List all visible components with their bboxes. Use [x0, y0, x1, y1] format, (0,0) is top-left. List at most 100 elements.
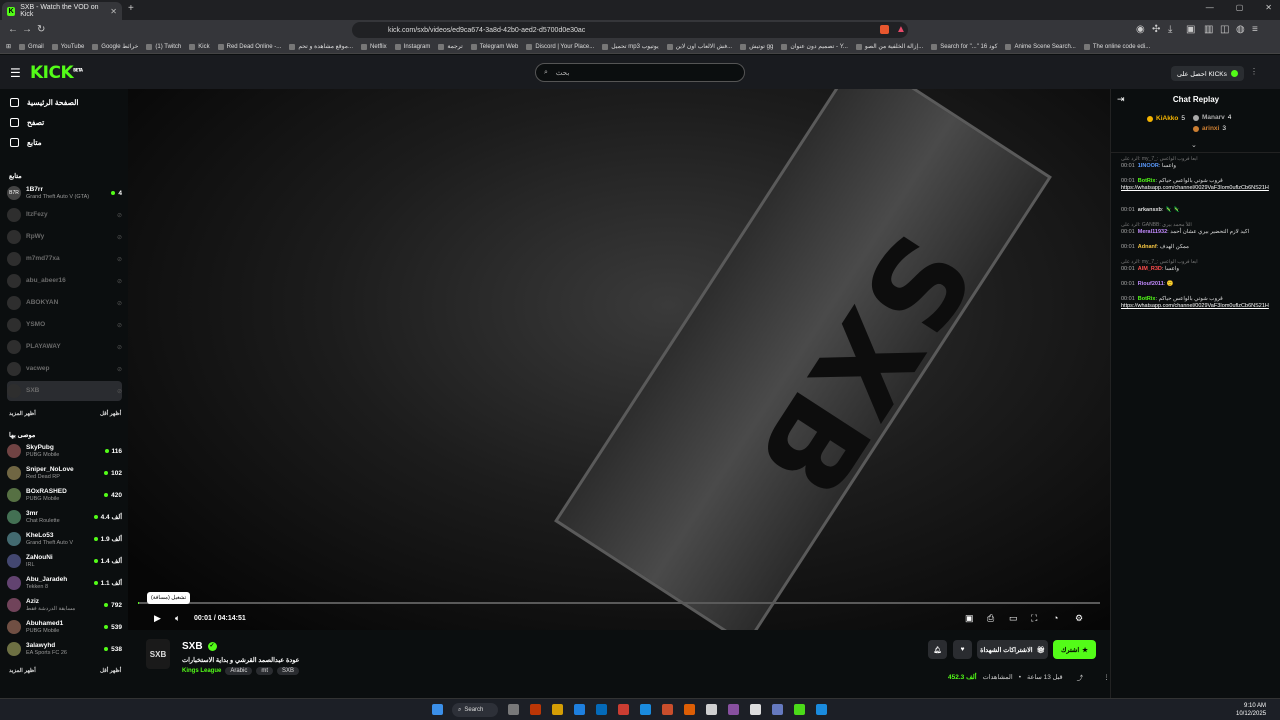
bookmark-item[interactable]: موقع مشاهدة و تحم...	[289, 43, 353, 50]
miniplayer-icon[interactable]: ▣	[965, 613, 974, 624]
recommended-channel[interactable]: 3alawyhd EA Sports FC 26 538	[7, 639, 122, 659]
taskbar-search[interactable]: ⌕ Search	[452, 703, 498, 717]
sidebar-nav-item[interactable]: تصفح	[10, 118, 44, 127]
bookmark-item[interactable]: إزالة الخلفية من الصو...	[855, 43, 923, 50]
taskbar-app-icon[interactable]	[816, 704, 827, 715]
following-channel[interactable]: vacwep ⊘	[7, 359, 122, 379]
bookmark-item[interactable]: تصميم دون عنوان - Y...	[781, 43, 848, 50]
taskbar-app-icon[interactable]	[552, 704, 563, 715]
taskbar-app-icon[interactable]	[662, 704, 673, 715]
speed-icon[interactable]: ◔	[1053, 613, 1058, 623]
recommended-channel[interactable]: KheLo53 Grand Theft Auto V 1.9 ألف	[7, 529, 122, 549]
tag-pill[interactable]: SXB	[277, 667, 300, 675]
category-link[interactable]: Kings League	[182, 668, 221, 674]
taskbar-app-icon[interactable]	[508, 704, 519, 715]
recommended-channel[interactable]: Abuhamed1 PUBG Mobile 539	[7, 617, 122, 637]
share-icon[interactable]: ⤴	[1077, 672, 1084, 682]
recommended-channel[interactable]: Sniper_NoLove Red Dead RP 102	[7, 463, 122, 483]
expand-leaderboard-icon[interactable]: ⌄	[1191, 141, 1197, 149]
message-username[interactable]: Meral11932	[1138, 229, 1167, 235]
windows-start-icon[interactable]	[432, 704, 443, 715]
recommended-channel[interactable]: 3mr Chat Roulette 4.4 ألف	[7, 507, 122, 527]
taskbar-app-icon[interactable]	[574, 704, 585, 715]
taskbar-app-icon[interactable]	[684, 704, 695, 715]
tag-pill[interactable]: mt	[256, 667, 274, 675]
browser-tab[interactable]: K SXB - Watch the VOD on Kick ✕	[2, 2, 122, 20]
hamburger-menu-icon[interactable]: ☰	[10, 66, 21, 80]
search-input[interactable]: ⌕ بحث	[535, 63, 745, 82]
message-username[interactable]: 1INOOR	[1138, 163, 1159, 169]
maximize-icon[interactable]: ▢	[1236, 3, 1244, 12]
message-username[interactable]: BotRix	[1138, 296, 1156, 302]
theater-mode-icon[interactable]: ▭	[1009, 613, 1018, 624]
bookmark-item[interactable]: YouTube	[51, 43, 84, 50]
reload-icon[interactable]: ↻	[37, 24, 45, 35]
apps-icon[interactable]: ⊞	[6, 43, 11, 50]
show-more-recommended[interactable]: أظهر المزيد	[9, 668, 36, 674]
taskbar-app-icon[interactable]	[728, 704, 739, 715]
show-less-recommended[interactable]: أظهر أقل	[100, 668, 121, 674]
message-username[interactable]: BotRix	[1138, 178, 1156, 184]
following-channel[interactable]: ABOKYAN ⊘	[7, 293, 122, 313]
rewards-icon[interactable]: ▲	[896, 24, 906, 35]
get-kicks-button[interactable]: احصل على KICKs	[1171, 66, 1244, 81]
kick-logo[interactable]: KICKBETA	[30, 63, 83, 83]
taskbar-app-icon[interactable]	[640, 704, 651, 715]
close-tab-icon[interactable]: ✕	[110, 7, 117, 16]
message-username[interactable]: Adnanf	[1138, 244, 1157, 250]
message-username[interactable]: arkansxb	[1138, 207, 1162, 213]
progress-bar[interactable]	[138, 602, 1100, 604]
following-channel[interactable]: YSMO ⊘	[7, 315, 122, 335]
bookmark-item[interactable]: ترجمة	[438, 43, 463, 50]
taskbar-app-icon[interactable]	[750, 704, 761, 715]
screenshot-icon[interactable]: ▣	[1186, 24, 1195, 35]
sidebar-toggle-icon[interactable]: ▥	[1204, 24, 1213, 35]
fullscreen-icon[interactable]: ⛶	[1031, 613, 1037, 624]
taskbar-app-icon[interactable]	[596, 704, 607, 715]
message-link[interactable]: https://whatsapp.com/channel/0029VaF3Iom…	[1121, 185, 1269, 191]
channel-name[interactable]: SXB ✓	[182, 641, 217, 652]
message-username[interactable]: Riouf2011	[1138, 281, 1164, 287]
more-options-icon[interactable]: ⋮	[1103, 673, 1110, 681]
new-tab-button[interactable]: +	[128, 3, 134, 14]
puzzle-icon[interactable]: ✣	[1152, 24, 1160, 35]
bookmark-item[interactable]: Search for "..." كود 16	[931, 43, 997, 50]
message-link[interactable]: https://whatsapp.com/channel/0029VaF3Iom…	[1121, 303, 1269, 309]
address-bar[interactable]: kick.com/sxb/videos/ed9ca674-3a8d-42b0-a…	[352, 22, 908, 38]
bookmark-item[interactable]: فش الالعاب اون لاين...	[666, 43, 732, 50]
bookmark-item[interactable]: توتيش gg	[740, 43, 773, 50]
download-icon[interactable]: ⤓	[1168, 24, 1172, 35]
bookmark-item[interactable]: Netflix	[361, 43, 387, 50]
vpn-icon[interactable]: ◍	[1236, 24, 1245, 35]
following-channel[interactable]: RpWy ⊘	[7, 227, 122, 247]
gift-subscriptions-button[interactable]: الاشتراكات الشهداة 🎁︎	[977, 640, 1048, 659]
minimize-icon[interactable]: —	[1206, 3, 1214, 12]
bookmark-item[interactable]: The online code edi...	[1083, 43, 1150, 50]
bookmark-item[interactable]: Google خرائط	[92, 43, 138, 50]
taskbar-app-icon[interactable]	[618, 704, 629, 715]
bookmark-item[interactable]: Red Dead Online -...	[217, 43, 281, 50]
bookmark-item[interactable]: Discord | Your Place...	[526, 43, 594, 50]
forward-icon[interactable]: →	[22, 24, 32, 35]
video-player[interactable]: SXB تشغيل (مسافة) ▶ 🔈︎ 00:01 / 04:14:51 …	[128, 89, 1110, 630]
taskbar-app-icon[interactable]	[530, 704, 541, 715]
following-channel[interactable]: B7R 1B7rr Grand Theft Auto V (GTA) 4	[7, 183, 122, 203]
following-channel[interactable]: ItzFezy ⊘	[7, 205, 122, 225]
following-channel[interactable]: SXB ⊘	[7, 381, 122, 401]
taskbar-app-icon[interactable]	[794, 704, 805, 715]
system-clock[interactable]: 9:10 AM 10/12/2025	[1236, 702, 1266, 718]
following-channel[interactable]: m7md77xa ⊘	[7, 249, 122, 269]
follow-heart-button[interactable]: ♥	[953, 640, 972, 659]
recommended-channel[interactable]: Abu_Jaradeh Tekken 8 1.1 ألف	[7, 573, 122, 593]
channel-avatar[interactable]: SXB	[146, 639, 170, 669]
message-username[interactable]: AlM_R3D	[1138, 266, 1162, 272]
bookmark-item[interactable]: Telegram Web	[470, 43, 518, 50]
bookmark-item[interactable]: Gmail	[19, 43, 44, 50]
taskbar-app-icon[interactable]	[772, 704, 783, 715]
settings-gear-icon[interactable]: ⚙	[1075, 613, 1083, 624]
recommended-channel[interactable]: SkyPubg PUBG Mobile 116	[7, 441, 122, 461]
close-window-icon[interactable]: ✕	[1265, 3, 1272, 12]
notification-bell-button[interactable]: 🔔︎	[928, 640, 947, 659]
leaderboard-entry[interactable]: arinxi 3	[1193, 125, 1226, 132]
more-options-icon[interactable]: ⋮	[1250, 67, 1258, 76]
